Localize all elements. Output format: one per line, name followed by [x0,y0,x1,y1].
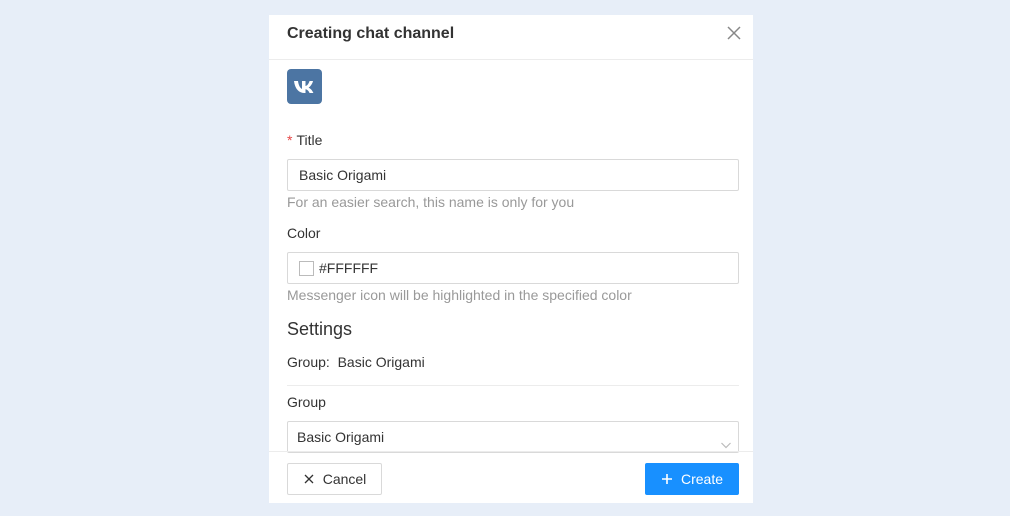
plus-icon [661,474,672,484]
title-help-text: For an easier search, this name is only … [287,194,575,210]
group-info-value: Basic Origami [337,354,425,370]
color-input-value: #FFFFFF [319,260,379,276]
chevron-down-icon [720,431,732,449]
color-label: Color [287,225,321,241]
group-select[interactable]: Basic Origami [287,421,739,453]
create-button-label: Create [680,471,724,487]
close-icon[interactable] [725,24,743,42]
settings-divider [287,385,739,386]
title-label: * Title [287,131,322,149]
color-help-text: Messenger icon will be highlighted in th… [287,287,632,303]
title-label-text: Title [296,132,323,148]
cancel-button-label: Cancel [322,471,367,487]
color-input[interactable]: #FFFFFF [287,252,739,284]
group-info: Group: Basic Origami [287,353,425,371]
title-input-value: Basic Origami [299,167,387,183]
title-input[interactable]: Basic Origami [287,159,739,191]
vk-logo-icon [287,69,322,104]
modal-title: Creating chat channel [287,25,455,42]
color-swatch[interactable] [299,261,314,276]
create-button[interactable]: Create [645,463,739,495]
group-select-value: Basic Origami [297,429,385,445]
cancel-button[interactable]: Cancel [287,463,382,495]
modal-footer: Cancel Create [269,451,753,503]
modal-header: Creating chat channel [269,15,753,60]
create-channel-modal: Creating chat channel * Title Basic Origa… [269,15,753,503]
settings-title: Settings [287,319,353,339]
group-select-label: Group [287,394,326,410]
close-icon [304,474,314,484]
required-mark: * [287,132,293,148]
group-info-label: Group: [287,354,330,370]
